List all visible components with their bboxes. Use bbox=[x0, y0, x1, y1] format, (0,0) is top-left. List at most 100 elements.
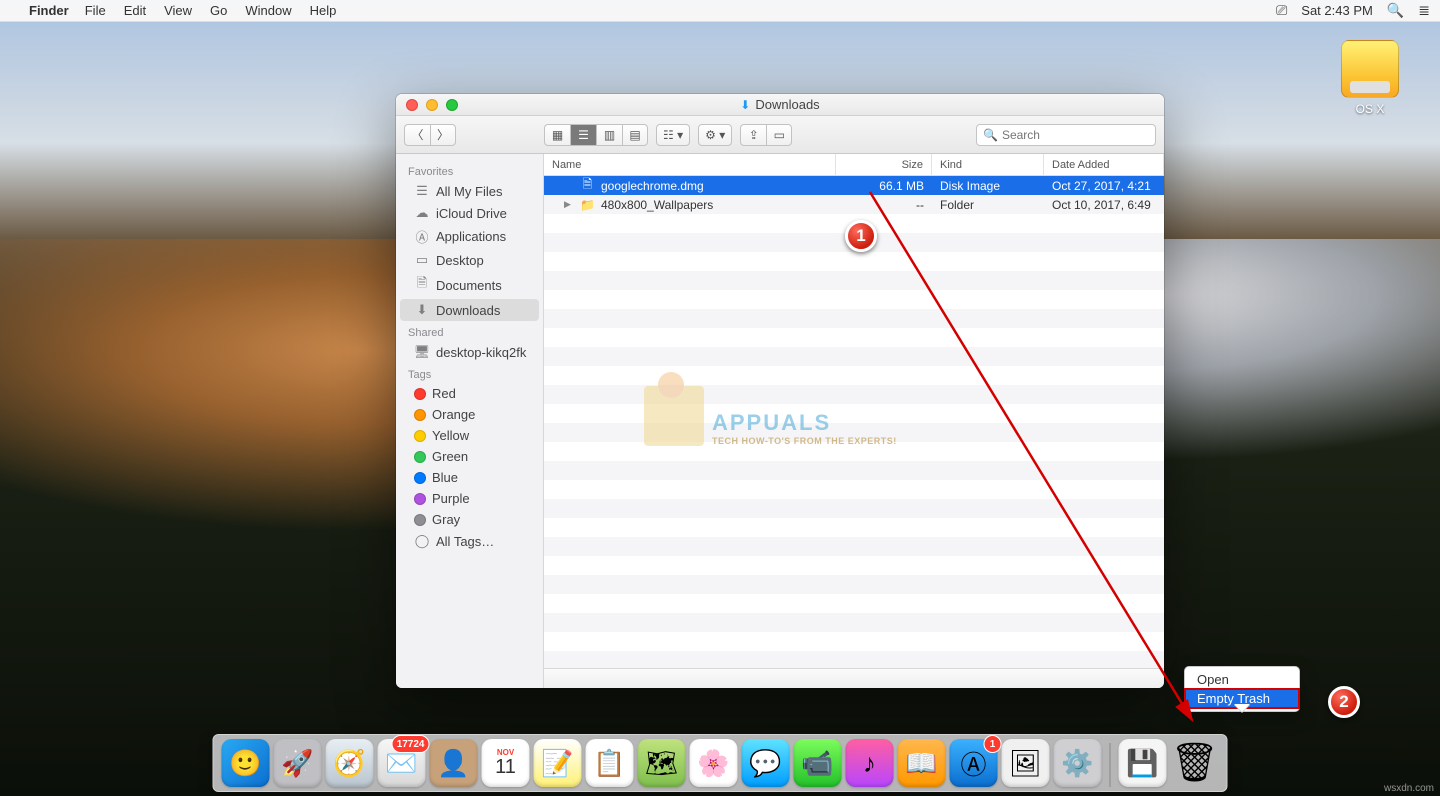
desktop-icon: ▭ bbox=[414, 252, 430, 268]
tag-dot-red-icon bbox=[414, 388, 426, 400]
tag-dot-blue-icon bbox=[414, 472, 426, 484]
menu-help[interactable]: Help bbox=[310, 3, 337, 18]
column-date[interactable]: Date Added bbox=[1044, 154, 1164, 175]
tags-button[interactable]: ▭ bbox=[766, 124, 792, 146]
dock-safari-icon[interactable]: 🧭 bbox=[326, 739, 374, 787]
appuals-watermark: APPUALS TECH HOW-TO'S FROM THE EXPERTS! bbox=[644, 386, 897, 446]
column-size[interactable]: Size bbox=[836, 154, 932, 175]
arrange-button[interactable]: ☷ ▾ bbox=[656, 124, 690, 146]
view-columns-button[interactable]: ▥ bbox=[596, 124, 622, 146]
dock-notes-icon[interactable]: 📝 bbox=[534, 739, 582, 787]
sidebar-tag-gray[interactable]: Gray bbox=[400, 509, 539, 530]
sidebar-tag-purple[interactable]: Purple bbox=[400, 488, 539, 509]
sidebar-item-all-my-files[interactable]: ☰All My Files bbox=[400, 180, 539, 202]
file-date: Oct 10, 2017, 6:49 bbox=[1044, 198, 1164, 212]
dock-mail-icon[interactable]: ✉️ 17724 bbox=[378, 739, 426, 787]
finder-search-input[interactable] bbox=[1002, 128, 1149, 142]
file-size: -- bbox=[836, 198, 932, 212]
sidebar-tag-blue[interactable]: Blue bbox=[400, 467, 539, 488]
active-app-name[interactable]: Finder bbox=[29, 3, 69, 18]
sidebar-tag-red[interactable]: Red bbox=[400, 383, 539, 404]
dock-contacts-icon[interactable]: 👤 bbox=[430, 739, 478, 787]
desktop-volume-osx[interactable]: OS X bbox=[1330, 40, 1410, 116]
view-list-button[interactable]: ☰ bbox=[570, 124, 596, 146]
menu-file[interactable]: File bbox=[85, 3, 106, 18]
dock-itunes-icon[interactable]: ♪ bbox=[846, 739, 894, 787]
finder-window: ⬇︎ Downloads 〈 〉 ▦ ☰ ▥ ▤ ☷ ▾ ⚙ ▾ ⇪ ▭ 🔍 F… bbox=[396, 94, 1164, 688]
window-close-button[interactable] bbox=[406, 99, 418, 111]
finder-search-field[interactable]: 🔍 bbox=[976, 124, 1156, 146]
action-button[interactable]: ⚙ ▾ bbox=[698, 124, 732, 146]
list-header[interactable]: Name Size Kind Date Added bbox=[544, 154, 1164, 176]
sidebar-head-favorites: Favorites bbox=[396, 160, 543, 180]
dock-downloads-stack-icon[interactable]: 💾 bbox=[1119, 739, 1167, 787]
dock-appstore-icon[interactable]: Ⓐ 1 bbox=[950, 739, 998, 787]
menu-window[interactable]: Window bbox=[245, 3, 291, 18]
dock-photos-icon[interactable]: 🌸 bbox=[690, 739, 738, 787]
dock-calendar-icon[interactable]: NOV 11 bbox=[482, 739, 530, 787]
context-open[interactable]: Open bbox=[1185, 670, 1299, 689]
dock-trash-icon[interactable]: 🗑 bbox=[1171, 739, 1219, 787]
applications-icon: Ⓐ bbox=[414, 227, 430, 246]
nav-forward-button[interactable]: 〉 bbox=[430, 124, 456, 146]
menu-go[interactable]: Go bbox=[210, 3, 227, 18]
watermark-illustration-icon bbox=[644, 386, 704, 446]
file-size: 66.1 MB bbox=[836, 179, 932, 193]
dock-messages-icon[interactable]: 💬 bbox=[742, 739, 790, 787]
airplay-icon[interactable]: ⎚ bbox=[1276, 2, 1287, 19]
file-row-googlechrome[interactable]: 🗎 googlechrome.dmg 66.1 MB Disk Image Oc… bbox=[544, 176, 1164, 195]
tag-dot-yellow-icon bbox=[414, 430, 426, 442]
window-title: Downloads bbox=[755, 97, 819, 112]
all-tags-icon: ◯ bbox=[414, 533, 430, 549]
tag-dot-purple-icon bbox=[414, 493, 426, 505]
dock-preview-icon[interactable]: 🖼 bbox=[1002, 739, 1050, 787]
sidebar-head-shared: Shared bbox=[396, 321, 543, 341]
file-row-wallpapers[interactable]: ▶ 📁 480x800_Wallpapers -- Folder Oct 10,… bbox=[544, 195, 1164, 214]
dock-maps-icon[interactable]: 🗺 bbox=[638, 739, 686, 787]
sidebar-item-documents[interactable]: 🗎Documents bbox=[400, 271, 539, 299]
sidebar-item-desktop[interactable]: ▭Desktop bbox=[400, 249, 539, 271]
share-button[interactable]: ⇪ bbox=[740, 124, 766, 146]
menu-bar: Finder File Edit View Go Window Help ⎚ S… bbox=[0, 0, 1440, 22]
search-icon: 🔍 bbox=[983, 128, 998, 142]
dock-reminders-icon[interactable]: 📋 bbox=[586, 739, 634, 787]
sidebar-head-tags: Tags bbox=[396, 363, 543, 383]
notification-center-icon[interactable]: ≣ bbox=[1418, 2, 1430, 19]
sidebar-item-downloads[interactable]: ⬇︎Downloads bbox=[400, 299, 539, 321]
spotlight-icon[interactable]: 🔍 bbox=[1387, 2, 1404, 19]
dock-launchpad-icon[interactable]: 🚀 bbox=[274, 739, 322, 787]
dock-ibooks-icon[interactable]: 📖 bbox=[898, 739, 946, 787]
window-zoom-button[interactable] bbox=[446, 99, 458, 111]
context-empty-trash[interactable]: Empty Trash bbox=[1185, 689, 1299, 708]
sidebar-tag-yellow[interactable]: Yellow bbox=[400, 425, 539, 446]
nav-back-button[interactable]: 〈 bbox=[404, 124, 430, 146]
view-icons-button[interactable]: ▦ bbox=[544, 124, 570, 146]
tag-dot-green-icon bbox=[414, 451, 426, 463]
finder-sidebar: Favorites ☰All My Files ☁︎iCloud Drive Ⓐ… bbox=[396, 154, 544, 688]
sidebar-tag-orange[interactable]: Orange bbox=[400, 404, 539, 425]
file-kind: Folder bbox=[932, 198, 1044, 212]
menubar-clock[interactable]: Sat 2:43 PM bbox=[1301, 3, 1373, 18]
column-kind[interactable]: Kind bbox=[932, 154, 1044, 175]
window-minimize-button[interactable] bbox=[426, 99, 438, 111]
dock-facetime-icon[interactable]: 📹 bbox=[794, 739, 842, 787]
column-name[interactable]: Name bbox=[544, 154, 836, 175]
window-titlebar[interactable]: ⬇︎ Downloads bbox=[396, 94, 1164, 116]
dock-system-prefs-icon[interactable]: ⚙️ bbox=[1054, 739, 1102, 787]
menu-edit[interactable]: Edit bbox=[124, 3, 146, 18]
dock-finder-icon[interactable]: 🙂 bbox=[222, 739, 270, 787]
all-my-files-icon: ☰ bbox=[414, 183, 430, 199]
sidebar-item-applications[interactable]: ⒶApplications bbox=[400, 224, 539, 249]
sidebar-all-tags[interactable]: ◯All Tags… bbox=[400, 530, 539, 552]
sidebar-item-icloud-drive[interactable]: ☁︎iCloud Drive bbox=[400, 202, 539, 224]
annotation-step-1: 1 bbox=[845, 220, 877, 252]
disclosure-icon[interactable]: ▶ bbox=[564, 199, 574, 210]
file-kind: Disk Image bbox=[932, 179, 1044, 193]
mail-badge: 17724 bbox=[392, 735, 430, 753]
dmg-file-icon: 🗎 bbox=[580, 176, 595, 196]
tag-dot-orange-icon bbox=[414, 409, 426, 421]
sidebar-tag-green[interactable]: Green bbox=[400, 446, 539, 467]
view-gallery-button[interactable]: ▤ bbox=[622, 124, 648, 146]
menu-view[interactable]: View bbox=[164, 3, 192, 18]
sidebar-item-shared-pc[interactable]: 🖥desktop-kikq2fk bbox=[400, 341, 539, 363]
